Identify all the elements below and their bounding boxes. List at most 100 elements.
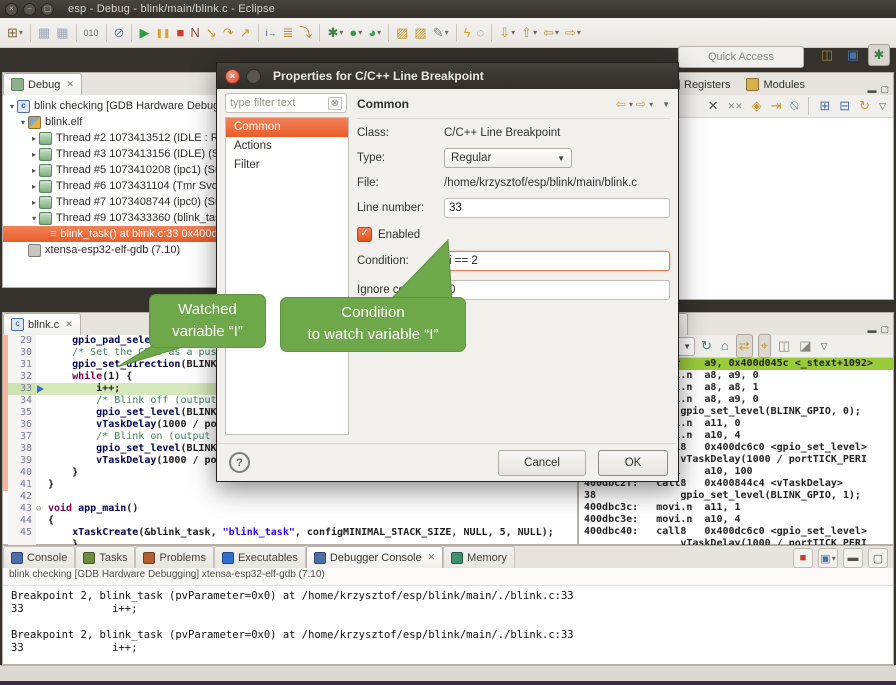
view-menu-button[interactable]: ▽: [877, 95, 888, 117]
disassembly-line[interactable]: 400dbc3e: movi.n a10, 4: [579, 514, 893, 526]
ignore-count-input[interactable]: [444, 280, 670, 300]
display-selected-console-button[interactable]: ▣▾: [818, 548, 838, 568]
location-combo-dropdown-icon[interactable]: ▼: [683, 342, 691, 351]
console-tab-close-icon[interactable]: ✕: [428, 552, 436, 563]
new-wizard-dropdown-icon[interactable]: ▾: [19, 28, 23, 37]
refresh-button[interactable]: ↻: [699, 335, 714, 357]
tree-twisty-icon[interactable]: ▾: [18, 118, 28, 127]
show-breakpoints-for-button[interactable]: ◈: [750, 95, 764, 117]
dialog-filter-box[interactable]: type filter text ⊗: [225, 93, 347, 113]
expand-all-button[interactable]: ⊞: [817, 95, 832, 117]
window-close-icon[interactable]: ×: [5, 3, 18, 16]
mark-occurrences-button[interactable]: ✎▾: [431, 22, 451, 44]
mark-occurrences-dropdown-icon[interactable]: ▾: [445, 28, 449, 37]
skip-all-breakpoints-button[interactable]: ⊘: [112, 22, 127, 44]
resume-button[interactable]: ▶: [137, 22, 151, 44]
enabled-checkbox[interactable]: ✓: [357, 227, 372, 242]
editor-line[interactable]: 42: [3, 491, 577, 503]
minimize-console-button[interactable]: ▬: [843, 548, 863, 568]
tab-blink-c-close-icon[interactable]: ✕: [65, 319, 73, 330]
debug-tree-row[interactable]: ▸Thread #5 1073410208 (ipc1) (Susp: [3, 162, 217, 178]
go-to-file-button[interactable]: ⇥: [769, 95, 784, 117]
dialog-nav-common[interactable]: Common: [226, 118, 348, 137]
dialog-forward-dropdown-icon[interactable]: ▾: [649, 100, 653, 109]
editor-line[interactable]: 44{: [3, 515, 577, 527]
collapse-all-button[interactable]: ⊟: [837, 95, 852, 117]
editor-line[interactable]: 45 xTaskCreate(&blink_task, "blink_task"…: [3, 527, 577, 539]
debug-tree-row[interactable]: ▸Thread #7 1073408744 (ipc0) (Susp: [3, 194, 217, 210]
step-over-button[interactable]: ↷: [221, 22, 236, 44]
debug-perspective-button[interactable]: ✱: [868, 44, 890, 66]
forward-button[interactable]: ⇨▾: [563, 22, 583, 44]
debug-tree-row[interactable]: ▸Thread #6 1073431104 (Tmr Svc) (S: [3, 178, 217, 194]
disassembly-line[interactable]: 400dbc40: call8 0x400dc6c0 <gpio_set_lev…: [579, 526, 893, 538]
editor-line[interactable]: 43⊖void app_main(): [3, 503, 577, 515]
run-dropdown-icon[interactable]: ▾: [358, 28, 362, 37]
tab-debugger-console[interactable]: Debugger Console✕: [306, 546, 443, 568]
view-menu-button[interactable]: ▽: [819, 335, 830, 357]
link-with-debug-button[interactable]: ↻: [857, 95, 872, 117]
pin-editor-dropdown-icon[interactable]: ▾: [511, 28, 515, 37]
maximize-view-icon[interactable]: ▢: [880, 84, 889, 95]
open-perspective-button[interactable]: ◫: [816, 44, 838, 66]
suspend-button[interactable]: ❚❚: [153, 22, 172, 44]
disassembly-line[interactable]: 38 gpio_set_level(BLINK_GPIO, 1);: [579, 490, 893, 502]
dialog-nav-actions[interactable]: Actions: [226, 137, 348, 156]
pin-editor-button[interactable]: ⇩▾: [497, 22, 517, 44]
dialog-minimize-icon[interactable]: [246, 69, 261, 84]
back-dropdown-icon[interactable]: ▾: [555, 28, 559, 37]
tree-twisty-icon[interactable]: ▾: [7, 102, 17, 111]
line-number-input[interactable]: [444, 198, 670, 218]
save-button[interactable]: ▦: [36, 22, 52, 44]
tree-twisty-icon[interactable]: ▸: [29, 134, 39, 143]
minimize-view-icon[interactable]: ▬: [867, 85, 876, 95]
terminate-button[interactable]: ■: [175, 22, 187, 44]
external-tools-button[interactable]: ◕▾: [366, 22, 383, 44]
instruction-stepping-button[interactable]: i→: [264, 22, 279, 44]
quick-access-button[interactable]: Quick Access: [678, 46, 804, 68]
tab-memory[interactable]: Memory: [443, 546, 515, 568]
dialog-menu-icon[interactable]: ▼: [662, 100, 670, 109]
step-into-button[interactable]: ↘: [204, 22, 219, 44]
window-maximize-icon[interactable]: ▢: [41, 3, 54, 16]
debug-tree-row[interactable]: xtensa-esp32-elf-gdb (7.10): [3, 242, 217, 258]
tab-modules[interactable]: Modules: [738, 73, 813, 95]
debug-dropdown-icon[interactable]: ▾: [339, 28, 343, 37]
forward-dropdown-icon[interactable]: ▾: [577, 28, 581, 37]
debug-tree-row[interactable]: ≡blink_task() at blink.c:33 0x400db: [3, 226, 217, 242]
tree-twisty-icon[interactable]: ▸: [29, 182, 39, 191]
tree-twisty-icon[interactable]: ▸: [29, 166, 39, 175]
last-edit-location-button[interactable]: ⇧▾: [519, 22, 539, 44]
debug-tree-row[interactable]: ▾blink.elf: [3, 114, 217, 130]
window-minimize-icon[interactable]: −: [23, 3, 36, 16]
back-button[interactable]: ⇦▾: [541, 22, 561, 44]
sync-active-context-button[interactable]: ⇄: [736, 334, 753, 358]
new-wizard-button[interactable]: ⊞▾: [5, 22, 25, 44]
open-folder-button[interactable]: ▨: [394, 22, 410, 44]
terminate-console-button[interactable]: ■: [793, 548, 813, 568]
debug-button[interactable]: ✱▾: [325, 22, 345, 44]
debug-tree-row[interactable]: ▾Thread #9 1073433360 (blink_task: [3, 210, 217, 226]
disconnect-button[interactable]: N: [188, 22, 201, 44]
dialog-back-icon[interactable]: ⇦: [616, 97, 626, 111]
track-expression-button[interactable]: ⌖: [758, 334, 771, 358]
tree-twisty-icon[interactable]: ▾: [29, 214, 39, 223]
cancel-button[interactable]: Cancel: [498, 450, 586, 476]
help-icon[interactable]: ?: [229, 452, 250, 473]
fold-minus-icon[interactable]: ⊖: [36, 504, 41, 514]
skip-breakpoints-button[interactable]: ⍉: [789, 95, 801, 117]
search-button[interactable]: ϟ: [462, 22, 473, 44]
condition-input[interactable]: [444, 251, 670, 271]
display-selected-console-dropdown-icon[interactable]: ▾: [832, 554, 836, 563]
remove-all-breakpoints-button[interactable]: ✕✕: [726, 95, 745, 117]
tree-twisty-icon[interactable]: ▸: [29, 150, 39, 159]
ok-button[interactable]: OK: [598, 450, 668, 476]
tab-console[interactable]: Console: [3, 546, 75, 568]
binary-button[interactable]: 010: [82, 22, 101, 44]
open-resource-button[interactable]: ▨: [412, 22, 428, 44]
external-tools-dropdown-icon[interactable]: ▾: [377, 28, 381, 37]
tab-debug-close-icon[interactable]: ✕: [66, 79, 74, 90]
tree-twisty-icon[interactable]: ▸: [29, 198, 39, 207]
dialog-filter-clear-icon[interactable]: ⊗: [328, 97, 342, 110]
tab-problems[interactable]: Problems: [135, 546, 213, 568]
